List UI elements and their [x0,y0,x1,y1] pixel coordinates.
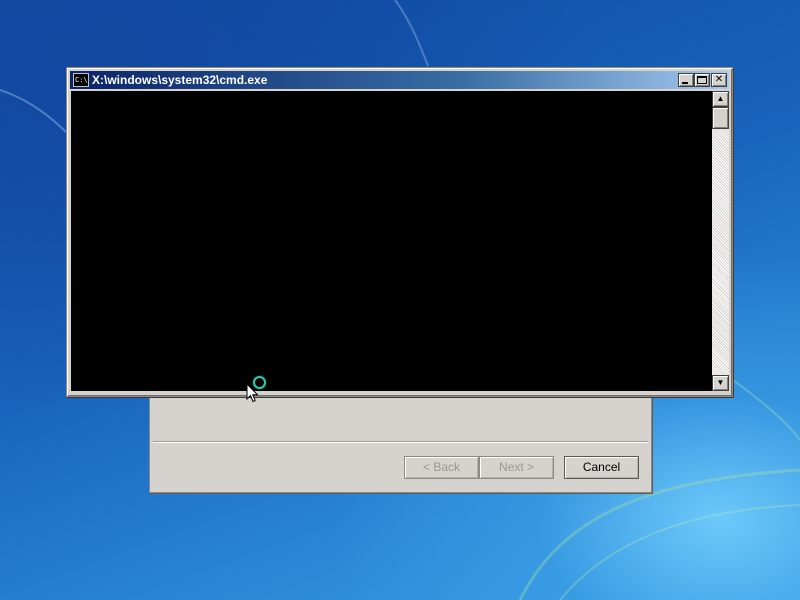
arrow-down-icon: ▼ [716,378,725,387]
cmd-titlebar[interactable]: C:\ X:\windows\system32\cmd.exe ✕ [70,71,729,89]
arrow-up-icon: ▲ [716,94,725,103]
close-icon: ✕ [714,74,724,85]
maximize-icon [697,76,707,84]
dialog-separator [153,441,648,443]
maximize-button[interactable] [694,73,710,87]
minimize-button[interactable] [678,73,694,87]
busy-ring-icon [253,376,266,389]
back-button[interactable]: < Back [404,456,479,479]
cmd-window[interactable]: C:\ X:\windows\system32\cmd.exe ✕ ▲ ▼ [66,67,733,397]
next-button[interactable]: Next > [479,456,554,479]
scroll-thumb[interactable] [712,107,729,129]
cmd-icon[interactable]: C:\ [73,73,89,87]
setup-wizard-dialog: < Back Next > Cancel [149,395,652,493]
minimize-icon [682,82,688,84]
scroll-down-button[interactable]: ▼ [712,375,729,391]
cancel-button[interactable]: Cancel [564,456,639,479]
window-title: X:\windows\system32\cmd.exe [92,73,268,87]
scroll-up-button[interactable]: ▲ [712,91,729,107]
close-button[interactable]: ✕ [711,73,727,87]
vertical-scrollbar[interactable]: ▲ ▼ [712,91,729,391]
console-output-area[interactable] [71,91,712,391]
